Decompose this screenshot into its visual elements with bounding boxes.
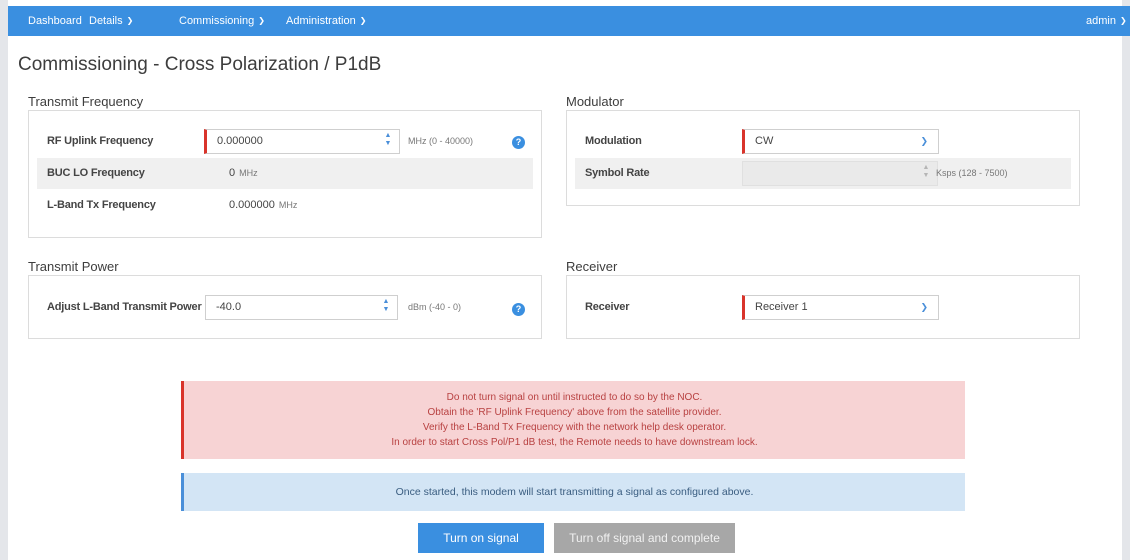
warning-line-4: In order to start Cross Pol/P1 dB test, … (391, 437, 758, 448)
modulator-panel: Modulation CW ❯ Symbol Rate ▲ ▼ Ksps (128… (566, 110, 1080, 206)
buc-lo-label: BUC LO Frequency (47, 167, 145, 179)
window-edge-right (1122, 0, 1130, 560)
symbol-rate-row: Symbol Rate ▲ ▼ Ksps (128 - 7500) (575, 158, 1071, 189)
modulation-select[interactable]: CW ❯ (742, 129, 939, 154)
lband-tx-label: L-Band Tx Frequency (47, 199, 156, 211)
section-title-receiver: Receiver (566, 259, 618, 274)
lband-tx-row: L-Band Tx Frequency 0.000000 MHz (37, 190, 533, 221)
chevron-down-icon: ❯ (258, 16, 265, 25)
transmit-power-panel: Adjust L-Band Transmit Power -40.0 ▲ ▼ dB… (28, 275, 542, 339)
adjust-power-input[interactable]: -40.0 ▲ ▼ (205, 295, 398, 320)
modulation-value: CW (755, 135, 774, 147)
spinner-arrows-icon[interactable]: ▲ ▼ (921, 164, 931, 182)
rf-uplink-value: 0.000000 (217, 135, 263, 147)
lband-tx-number: 0.000000 (229, 199, 275, 211)
window-edge-left (0, 0, 8, 560)
turn-off-signal-button[interactable]: Turn off signal and complete (554, 523, 735, 553)
help-icon[interactable]: ? (512, 303, 525, 316)
chevron-down-icon: ❯ (920, 302, 928, 312)
rf-uplink-unit: MHz (0 - 40000) (408, 136, 474, 146)
turn-on-signal-button[interactable]: Turn on signal (418, 523, 544, 553)
chevron-down-icon: ❯ (1119, 16, 1127, 25)
buc-lo-unit: MHz (239, 168, 258, 178)
chevron-down-icon: ❯ (920, 136, 928, 146)
nav-commissioning-label: Commissioning (179, 15, 255, 27)
info-alert: Once started, this modem will start tran… (181, 473, 965, 511)
chevron-down-icon: ❯ (126, 16, 134, 25)
page-title: Commissioning - Cross Polarization / P1d… (18, 54, 382, 75)
chevron-down-icon: ❯ (359, 16, 367, 25)
nav-commissioning[interactable]: Commissioning ❯ (179, 6, 265, 36)
top-navbar: Dashboard Details ❯ Commissioning ❯ Admini… (8, 6, 1130, 36)
warning-line-3: Verify the L-Band Tx Frequency with the … (422, 422, 727, 433)
section-title-transmit-frequency: Transmit Frequency (28, 94, 144, 109)
nav-administration[interactable]: Administration ❯ (286, 6, 366, 36)
symbol-rate-label: Symbol Rate (585, 167, 650, 179)
spinner-arrows-icon[interactable]: ▲ ▼ (383, 132, 393, 150)
symbol-rate-unit: Ksps (128 - 7500) (936, 168, 1008, 178)
modulation-row: Modulation CW ❯ (575, 126, 1071, 157)
warning-alert: Do not turn signal on until instructed t… (181, 381, 965, 459)
lband-tx-value: 0.000000 MHz (229, 199, 297, 211)
nav-user-menu[interactable]: admin ❯ (1086, 6, 1127, 36)
warning-line-2: Obtain the 'RF Uplink Frequency' above f… (427, 407, 722, 418)
rf-uplink-label: RF Uplink Frequency (47, 135, 154, 147)
receiver-panel: Receiver Receiver 1 ❯ (566, 275, 1080, 339)
adjust-power-row: Adjust L-Band Transmit Power -40.0 ▲ ▼ dB… (37, 292, 533, 323)
nav-user-label: admin (1086, 15, 1116, 27)
section-title-transmit-power: Transmit Power (28, 259, 119, 274)
receiver-select[interactable]: Receiver 1 ❯ (742, 295, 939, 320)
nav-details[interactable]: Details ❯ (89, 6, 133, 36)
section-title-modulator: Modulator (566, 94, 624, 109)
modulation-label: Modulation (585, 135, 642, 147)
buc-lo-number: 0 (229, 167, 236, 179)
nav-dashboard[interactable]: Dashboard (28, 6, 82, 36)
nav-details-label: Details (89, 15, 123, 27)
receiver-row: Receiver Receiver 1 ❯ (575, 292, 1071, 323)
adjust-power-value: -40.0 (216, 301, 242, 313)
buc-lo-value: 0 MHz (229, 167, 258, 179)
help-icon[interactable]: ? (512, 136, 525, 149)
info-text: Once started, this modem will start tran… (395, 486, 754, 498)
rf-uplink-row: RF Uplink Frequency 0.000000 ▲ ▼ MHz (0 -… (37, 126, 533, 157)
receiver-value: Receiver 1 (755, 301, 808, 313)
symbol-rate-input[interactable]: ▲ ▼ (742, 161, 938, 186)
nav-administration-label: Administration (286, 15, 356, 27)
lband-tx-unit: MHz (278, 200, 298, 210)
receiver-label: Receiver (585, 301, 630, 313)
rf-uplink-input[interactable]: 0.000000 ▲ ▼ (204, 129, 400, 154)
adjust-power-unit: dBm (-40 - 0) (408, 302, 462, 312)
adjust-power-label: Adjust L-Band Transmit Power (47, 301, 202, 313)
transmit-frequency-panel: RF Uplink Frequency 0.000000 ▲ ▼ MHz (0 -… (28, 110, 542, 238)
buc-lo-row: BUC LO Frequency 0 MHz (37, 158, 533, 189)
spinner-arrows-icon[interactable]: ▲ ▼ (381, 298, 391, 316)
warning-line-1: Do not turn signal on until instructed t… (446, 392, 703, 403)
